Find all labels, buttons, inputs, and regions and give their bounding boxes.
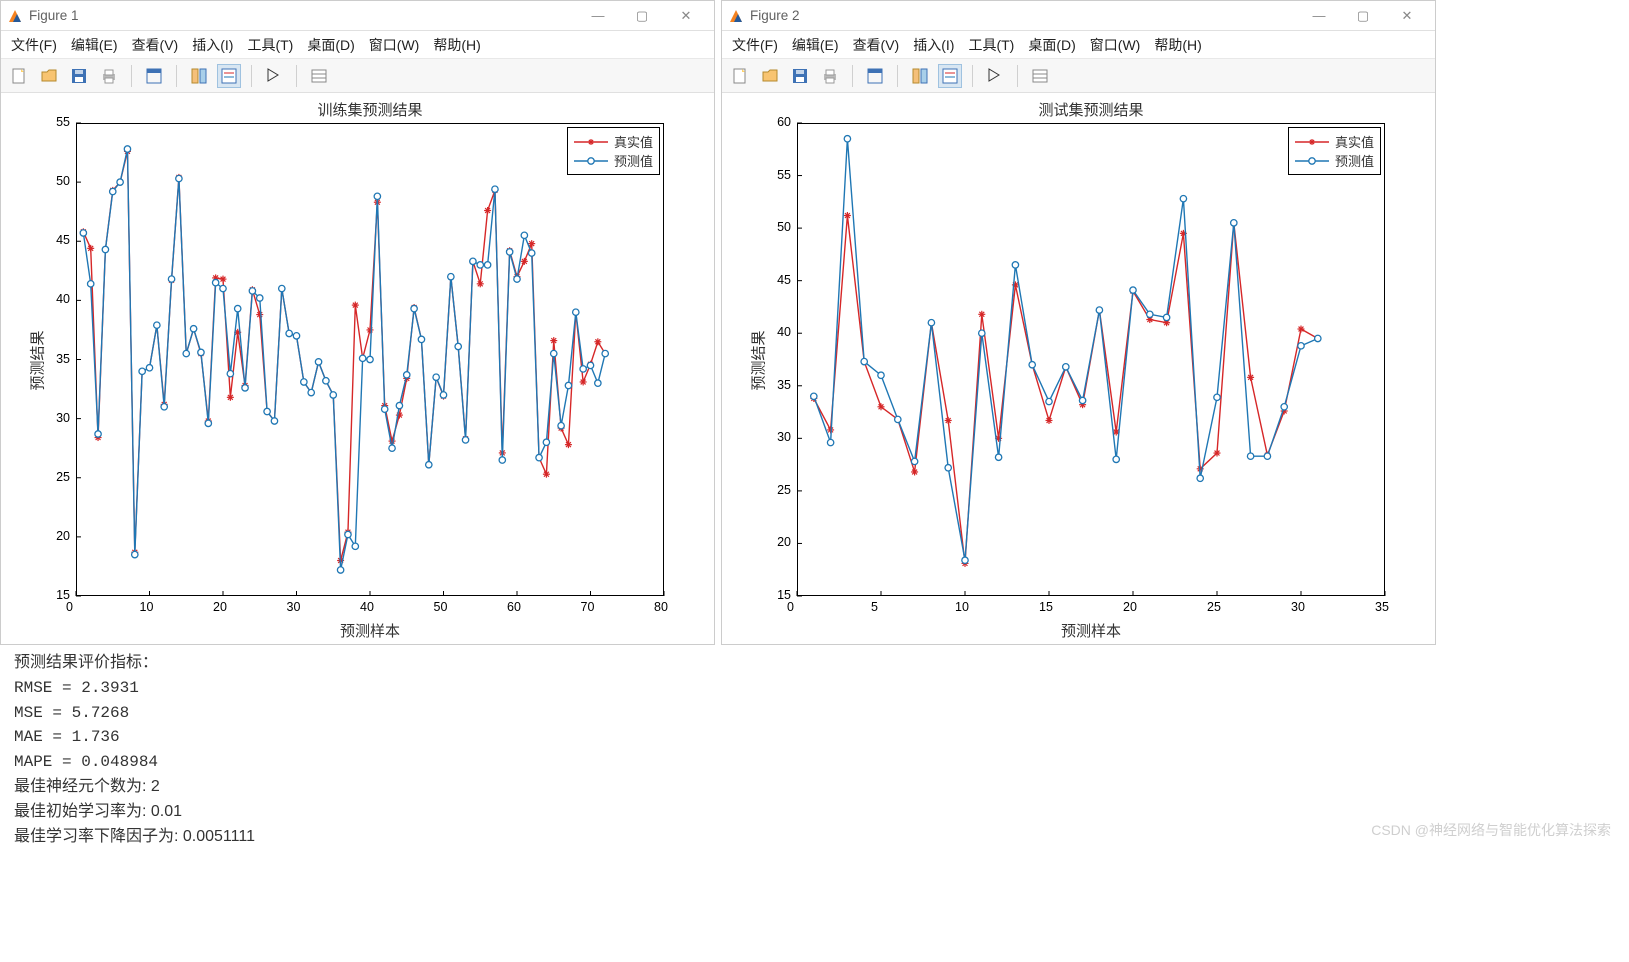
legend-pred: 预测值 [1335, 151, 1374, 170]
menu-tools[interactable]: 工具(T) [968, 35, 1014, 55]
save-icon[interactable] [67, 64, 91, 88]
legend[interactable]: 真实值预测值 [567, 127, 660, 175]
fig2-title: Figure 2 [750, 8, 800, 23]
dock-icon[interactable] [863, 64, 887, 88]
metric-mape: MAPE = 0.048984 [14, 750, 1615, 775]
insert-legend-icon[interactable] [217, 64, 241, 88]
menu-insert[interactable]: 插入(I) [192, 35, 233, 55]
link-axes-icon[interactable] [908, 64, 932, 88]
menu-insert[interactable]: 插入(I) [913, 35, 954, 55]
watermark: CSDN @神经网络与智能优化算法探索 [1371, 820, 1611, 840]
menu-help[interactable]: 帮助(H) [1154, 35, 1201, 55]
menu-help[interactable]: 帮助(H) [433, 35, 480, 55]
close-button[interactable]: ✕ [1385, 2, 1429, 30]
menu-file[interactable]: 文件(F) [11, 35, 57, 55]
fig2-titlebar[interactable]: Figure 2 — ▢ ✕ [722, 1, 1435, 31]
menu-window[interactable]: 窗口(W) [369, 35, 420, 55]
legend-actual: 真实值 [1335, 132, 1374, 151]
edit-plot-icon[interactable] [262, 64, 286, 88]
minimize-button[interactable]: — [1297, 2, 1341, 30]
link-axes-icon[interactable] [187, 64, 211, 88]
close-button[interactable]: ✕ [664, 2, 708, 30]
metric-rmse: RMSE = 2.3931 [14, 676, 1615, 701]
legend-pred: 预测值 [614, 151, 653, 170]
maximize-button[interactable]: ▢ [620, 2, 664, 30]
new-icon[interactable] [7, 64, 31, 88]
maximize-button[interactable]: ▢ [1341, 2, 1385, 30]
insert-legend-icon[interactable] [938, 64, 962, 88]
menu-desktop[interactable]: 桌面(D) [1028, 35, 1075, 55]
fig1-title: Figure 1 [29, 8, 79, 23]
open-icon[interactable] [37, 64, 61, 88]
fig2-axes[interactable]: 测试集预测结果预测样本预测结果0510152025303515202530354… [722, 93, 1435, 644]
menu-edit[interactable]: 编辑(E) [792, 35, 839, 55]
fig1-toolbar [1, 59, 714, 93]
metric-mae: MAE = 1.736 [14, 725, 1615, 750]
fig2-menubar: 文件(F) 编辑(E) 查看(V) 插入(I) 工具(T) 桌面(D) 窗口(W… [722, 31, 1435, 59]
matlab-icon [728, 8, 744, 24]
metric-mse: MSE = 5.7268 [14, 701, 1615, 726]
menu-view[interactable]: 查看(V) [853, 35, 900, 55]
matlab-icon [7, 8, 23, 24]
fig1-titlebar[interactable]: Figure 1 — ▢ ✕ [1, 1, 714, 31]
best-neurons: 最佳神经元个数为: 2 [14, 775, 1615, 800]
figure-2-window: Figure 2 — ▢ ✕ 文件(F) 编辑(E) 查看(V) 插入(I) 工… [721, 0, 1436, 645]
fig1-axes[interactable]: 训练集预测结果预测样本预测结果0102030405060708015202530… [1, 93, 714, 644]
legend-actual: 真实值 [614, 132, 653, 151]
edit-plot-icon[interactable] [983, 64, 1007, 88]
menu-edit[interactable]: 编辑(E) [71, 35, 118, 55]
menu-desktop[interactable]: 桌面(D) [307, 35, 354, 55]
property-editor-icon[interactable] [307, 64, 331, 88]
open-icon[interactable] [758, 64, 782, 88]
menu-window[interactable]: 窗口(W) [1090, 35, 1141, 55]
minimize-button[interactable]: — [576, 2, 620, 30]
metrics-header: 预测结果评价指标： [14, 651, 1615, 676]
legend[interactable]: 真实值预测值 [1288, 127, 1381, 175]
print-icon[interactable] [818, 64, 842, 88]
menu-file[interactable]: 文件(F) [732, 35, 778, 55]
menu-view[interactable]: 查看(V) [132, 35, 179, 55]
fig2-toolbar [722, 59, 1435, 93]
figure-1-window: Figure 1 — ▢ ✕ 文件(F) 编辑(E) 查看(V) 插入(I) 工… [0, 0, 715, 645]
menu-tools[interactable]: 工具(T) [247, 35, 293, 55]
fig1-menubar: 文件(F) 编辑(E) 查看(V) 插入(I) 工具(T) 桌面(D) 窗口(W… [1, 31, 714, 59]
save-icon[interactable] [788, 64, 812, 88]
new-icon[interactable] [728, 64, 752, 88]
print-icon[interactable] [97, 64, 121, 88]
dock-icon[interactable] [142, 64, 166, 88]
property-editor-icon[interactable] [1028, 64, 1052, 88]
